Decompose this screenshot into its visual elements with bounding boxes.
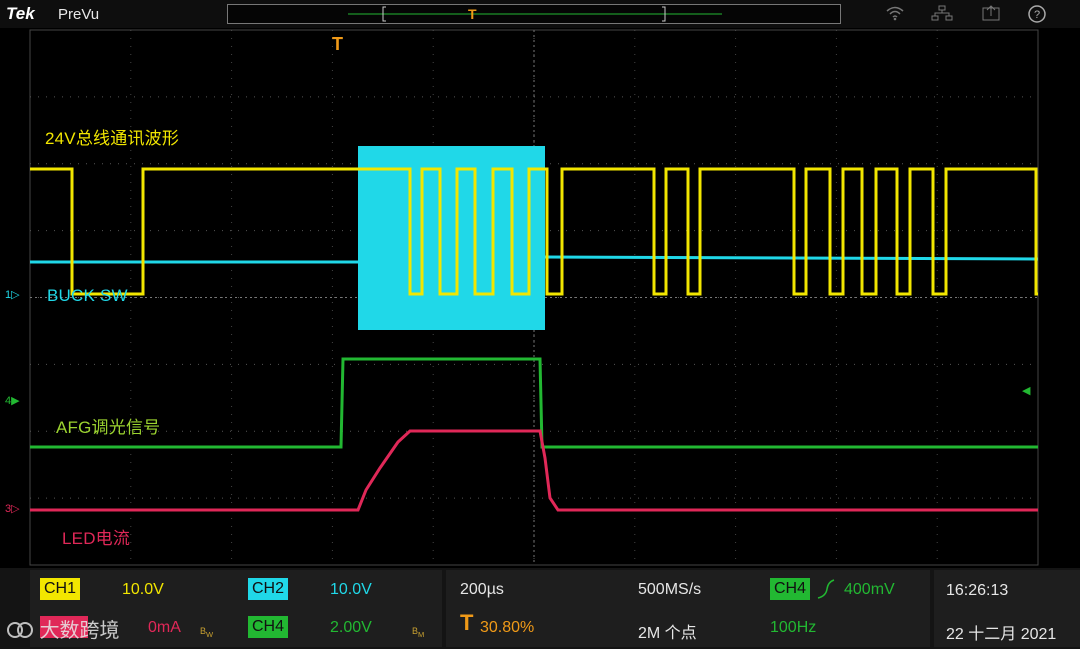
ch2-scale: 10.0V (330, 581, 372, 598)
ch4-badge[interactable]: CH4 (248, 616, 289, 638)
brand-logo: Tek (6, 4, 35, 23)
datetime-panel[interactable]: 16:26:13 22 十二月 2021 (934, 570, 1080, 647)
ch4-trace (30, 357, 1038, 449)
network-icon[interactable] (931, 5, 953, 23)
watermark-logo-icon (7, 622, 33, 638)
ch4-bandwidth-icon: BM (412, 626, 425, 639)
ch3-scale: 0mA (148, 619, 181, 636)
ch4-ground-marker[interactable]: 4▶ (5, 394, 20, 407)
status-bar: CH1 10.0V CH2 10.0V 0mA BW CH4 2.00V BM … (0, 568, 1080, 649)
clock-date: 22 十二月 2021 (946, 626, 1057, 643)
ch2-ground-marker[interactable]: 1▷ (5, 288, 20, 301)
help-icon[interactable]: ? (1026, 5, 1048, 23)
overview-trigger-icon: T (468, 6, 477, 22)
ch3-trace-label: LED电流 (62, 529, 131, 548)
ch3-ground-marker[interactable]: 3▷ (5, 502, 20, 515)
record-overview[interactable]: T (227, 4, 841, 24)
timebase: 200µs (460, 581, 504, 598)
ch4-trace-label: AFG调光信号 (56, 418, 161, 437)
record-length: 2M 个点 (638, 625, 697, 642)
ch2-trace-right (544, 255, 1039, 261)
rising-edge-icon (816, 578, 836, 605)
trigger-position-marker[interactable]: T (332, 34, 343, 55)
trigger-icon: T (460, 610, 474, 635)
ch1-badge[interactable]: CH1 (40, 578, 81, 600)
ch4-scale: 2.00V (330, 619, 372, 636)
ch2-trace-label: BUCK SW (47, 286, 128, 305)
trigger-frequency: 100Hz (770, 619, 817, 636)
clock-time: 16:26:13 (946, 582, 1009, 599)
sample-rate: 500MS/s (638, 581, 702, 598)
trigger-level-marker[interactable]: ◀ (1022, 384, 1030, 397)
ch2-badge[interactable]: CH2 (248, 578, 289, 600)
wifi-icon[interactable] (884, 5, 906, 23)
export-icon[interactable] (980, 5, 1002, 23)
acquisition-mode[interactable]: PreVu (58, 6, 99, 23)
ch2-switching-burst (358, 146, 545, 330)
watermark: 大数跨境 (6, 614, 120, 643)
trigger-level: 400mV (844, 581, 895, 598)
ch1-trace-label: 24V总线通讯波形 (45, 129, 180, 148)
ch3-bandwidth-icon: BW (200, 626, 214, 639)
trigger-source-badge[interactable]: CH4 (770, 578, 811, 600)
trigger-position: 30.80% (480, 619, 535, 636)
horizontal-settings-panel[interactable]: 200µs T 30.80% 500MS/s 2M 个点 CH4 400mV 1… (446, 570, 930, 647)
waveform-canvas (29, 29, 1039, 566)
svg-text:?: ? (1034, 9, 1040, 21)
ch1-scale: 10.0V (122, 581, 164, 598)
top-bar: Tek PreVu T ? (0, 0, 1080, 28)
waveform-display[interactable]: T 24V总线通讯波形 BUCK SW AFG调光信号 LED电流 1▷ 4▶ … (0, 28, 1080, 568)
